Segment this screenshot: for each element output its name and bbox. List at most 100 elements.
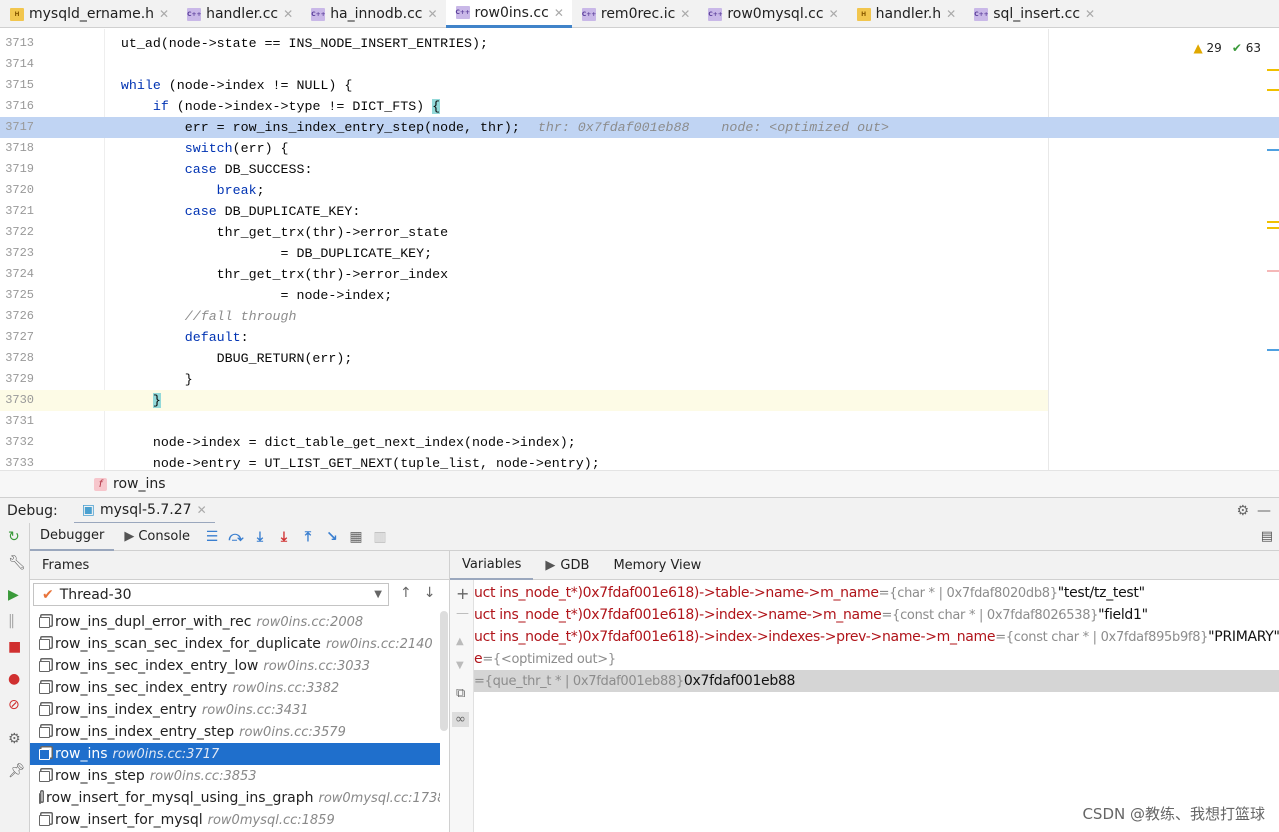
wrench-icon[interactable]: 🔧︎: [8, 555, 26, 571]
frame-item[interactable]: row_ins_sec_index_entry row0ins.cc:3382: [30, 677, 440, 699]
code-editor[interactable]: ▲ 29 ✔ 63 3713 ut_ad(node->state == INS_…: [0, 29, 1279, 470]
pause-icon[interactable]: ‖: [8, 613, 15, 629]
mute-breakpoints-icon[interactable]: ⊘: [8, 697, 20, 713]
line-number[interactable]: 3732: [0, 432, 34, 453]
tab-handler-h[interactable]: Hhandler.h ✕: [847, 0, 965, 28]
settings-icon[interactable]: ⚙: [8, 731, 21, 747]
glasses-icon[interactable]: ∞: [452, 712, 469, 727]
step-out-icon[interactable]: ⤒: [296, 529, 320, 545]
code-line[interactable]: 3728 DBUG_RETURN(err);: [0, 348, 1279, 369]
tab-variables[interactable]: Variables: [450, 551, 534, 580]
close-icon[interactable]: ✕: [829, 7, 839, 21]
close-icon[interactable]: ✕: [197, 503, 207, 517]
frame-item[interactable]: row_ins_sec_index_entry_low row0ins.cc:30…: [30, 655, 440, 677]
code-line[interactable]: 3715 while (node->index != NULL) {: [0, 75, 1279, 96]
evaluate-icon[interactable]: ▦: [344, 529, 368, 545]
frames-scrollbar[interactable]: [440, 611, 448, 731]
breadcrumb-item[interactable]: row_ins: [113, 476, 166, 492]
frame-item[interactable]: row_ins_scan_sec_index_for_duplicate row0…: [30, 633, 440, 655]
rerun-icon[interactable]: ↻: [8, 529, 20, 545]
frame-item[interactable]: row_ins_index_entry row0ins.cc:3431: [30, 699, 440, 721]
close-icon[interactable]: ✕: [946, 7, 956, 21]
tab-debugger[interactable]: Debugger: [30, 523, 115, 551]
step-into-icon[interactable]: ⤓: [248, 529, 272, 545]
gear-icon[interactable]: ⚙: [1236, 503, 1249, 519]
frame-item[interactable]: row_ins_index_entry_step row0ins.cc:3579: [30, 721, 440, 743]
close-icon[interactable]: ✕: [554, 6, 564, 20]
line-number[interactable]: 3725: [0, 285, 34, 306]
code-line[interactable]: 3716 if (node->index->type != DICT_FTS) …: [0, 96, 1279, 117]
minimize-icon[interactable]: —: [1257, 503, 1271, 519]
line-number[interactable]: 3716: [0, 96, 34, 117]
frame-item[interactable]: row_ins_dupl_error_with_rec row0ins.cc:20…: [30, 611, 440, 633]
debug-session-tab[interactable]: ▣ mysql-5.7.27 ✕: [73, 498, 215, 524]
code-line[interactable]: 3718 switch(err) {: [0, 138, 1279, 159]
code-line[interactable]: 3721 case DB_DUPLICATE_KEY:: [0, 201, 1279, 222]
trace-icon[interactable]: ▥: [368, 529, 392, 545]
frame-item[interactable]: row_insert_for_mysql_using_ins_graph row0…: [30, 787, 440, 809]
run-to-cursor-icon[interactable]: ↘: [320, 529, 344, 545]
line-number[interactable]: 3717: [0, 117, 34, 138]
variable-row[interactable]: uct ins_node_t*)0x7fdaf001e618)->index->…: [474, 604, 1279, 626]
close-icon[interactable]: ✕: [159, 7, 169, 21]
code-line[interactable]: 3732 node->index = dict_table_get_next_i…: [0, 432, 1279, 453]
tab-row0mysql-cc[interactable]: C++ row0mysql.cc ✕: [698, 0, 846, 28]
line-number[interactable]: 3726: [0, 306, 34, 327]
arrow-up-icon[interactable]: ↑: [400, 585, 412, 601]
line-number[interactable]: 3728: [0, 348, 34, 369]
close-icon[interactable]: ✕: [427, 7, 437, 21]
layout-settings-icon[interactable]: ▤: [1261, 529, 1273, 544]
tab-memory-view[interactable]: Memory View: [601, 551, 713, 580]
tab-console[interactable]: ▶ Console: [114, 523, 200, 551]
line-number[interactable]: 3724: [0, 264, 34, 285]
copy-icon[interactable]: ⧉: [456, 686, 465, 701]
layout-icon[interactable]: ☰: [200, 529, 224, 545]
code-line[interactable]: 3727 default:: [0, 327, 1279, 348]
code-line[interactable]: 3713 ut_ad(node->state == INS_NODE_INSER…: [0, 33, 1279, 54]
line-number[interactable]: 3718: [0, 138, 34, 159]
frame-item[interactable]: row_ins row0ins.cc:3717: [30, 743, 440, 765]
line-number[interactable]: 3730: [0, 390, 34, 411]
step-over-icon[interactable]: ⤼: [224, 529, 248, 545]
force-step-into-icon[interactable]: ⤓: [272, 529, 296, 545]
stop-icon[interactable]: ■: [8, 639, 21, 655]
code-line[interactable]: 3719 case DB_SUCCESS:: [0, 159, 1279, 180]
line-number[interactable]: 3733: [0, 453, 34, 470]
arrow-down-icon[interactable]: ↓: [424, 585, 436, 601]
code-line[interactable]: 3730 }: [0, 390, 1048, 411]
line-number[interactable]: 3727: [0, 327, 34, 348]
variable-row[interactable]: uct ins_node_t*)0x7fdaf001e618)->table->…: [474, 582, 1279, 604]
close-icon[interactable]: ✕: [1085, 7, 1095, 21]
move-down-icon[interactable]: ▼: [456, 660, 464, 671]
code-line[interactable]: 3723 = DB_DUPLICATE_KEY;: [0, 243, 1279, 264]
code-line[interactable]: 3725 = node->index;: [0, 285, 1279, 306]
code-line[interactable]: 3731: [0, 411, 1279, 432]
code-line[interactable]: 3720 break;: [0, 180, 1279, 201]
variable-row[interactable]: e = {<optimized out>}: [474, 648, 1279, 670]
tab-rem0rec-ic[interactable]: C++ rem0rec.ic ✕: [572, 0, 698, 28]
tab-row0ins-cc[interactable]: C++ row0ins.cc ✕: [445, 0, 572, 28]
tab-gdb[interactable]: ▶ GDB: [533, 551, 601, 580]
code-line[interactable]: 3729 }: [0, 369, 1279, 390]
code-line[interactable]: 3724 thr_get_trx(thr)->error_index: [0, 264, 1279, 285]
line-number[interactable]: 3729: [0, 369, 34, 390]
frame-item[interactable]: row_ins_step row0ins.cc:3853: [30, 765, 440, 787]
thread-select[interactable]: ✔ Thread-30 ▼: [33, 583, 389, 606]
line-number[interactable]: 3721: [0, 201, 34, 222]
code-line[interactable]: 3717 err = row_ins_index_entry_step(node…: [0, 117, 1279, 138]
tab-ha-innodb-cc[interactable]: C++ ha_innodb.cc ✕: [301, 0, 445, 28]
tab-mysqld-ername-h[interactable]: Hmysqld_ername.h ✕: [0, 0, 177, 28]
code-line[interactable]: 3726 //fall through: [0, 306, 1279, 327]
tab-sql-insert-cc[interactable]: C++ sql_insert.cc ✕: [964, 0, 1103, 28]
close-icon[interactable]: ✕: [680, 7, 690, 21]
pin-icon[interactable]: 📌︎: [8, 763, 26, 779]
move-up-icon[interactable]: ▲: [456, 636, 464, 647]
close-icon[interactable]: ✕: [283, 7, 293, 21]
line-number[interactable]: 3719: [0, 159, 34, 180]
line-number[interactable]: 3722: [0, 222, 34, 243]
line-number[interactable]: 3723: [0, 243, 34, 264]
line-number[interactable]: 3715: [0, 75, 34, 96]
frame-item[interactable]: row_insert_for_mysql row0mysql.cc:1859: [30, 809, 440, 831]
resume-icon[interactable]: ▶: [8, 587, 19, 603]
remove-watch-icon[interactable]: —: [456, 606, 469, 621]
